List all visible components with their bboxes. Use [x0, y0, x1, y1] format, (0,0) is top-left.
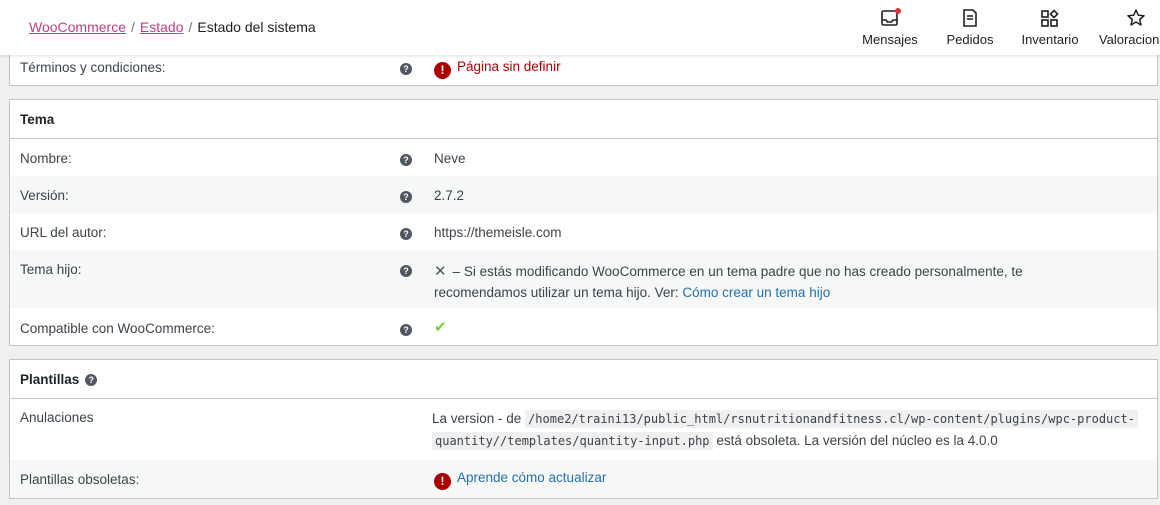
blocks-icon [1041, 9, 1059, 27]
plantillas-table-header: Plantillas ? [10, 360, 1157, 399]
row-value: 2.7.2 [434, 188, 465, 203]
breadcrumb-woocommerce-link[interactable]: WooCommerce [29, 19, 126, 35]
row-value: ✕ – Si estás modificando WooCommerce en u… [434, 261, 1023, 303]
help-icon[interactable]: ? [400, 324, 412, 336]
table-row: Tema hijo: ? ✕ – Si estás modificando Woo… [10, 250, 1157, 308]
row-value: Neve [434, 151, 466, 166]
help-icon[interactable]: ? [400, 154, 412, 166]
row-label: Tema hijo: [20, 262, 82, 277]
tema-table-header: Tema [10, 100, 1157, 139]
tema-table: Tema Nombre: ? Neve Versión: ? 2.7.2 URL… [9, 99, 1158, 346]
breadcrumb-estado-link[interactable]: Estado [140, 19, 184, 35]
row-value: La version - de /home2/traini13/public_h… [432, 408, 1152, 452]
pages-icon [963, 9, 977, 27]
learn-update-link[interactable]: Aprende cómo actualizar [457, 470, 606, 485]
breadcrumb-separator: / [188, 19, 193, 35]
child-theme-link[interactable]: Cómo crear un tema hijo [682, 285, 830, 300]
check-icon: ✔ [434, 319, 447, 336]
activity-pedidos-label: Pedidos [946, 32, 994, 47]
activity-valoraciones-button[interactable]: Valoraciones [1096, 0, 1160, 55]
table-row: Plantillas obsoletas: ! Aprende cómo actu… [10, 460, 1157, 498]
activity-inventario-button[interactable]: Inventario [1016, 0, 1084, 55]
activity-mensajes-label: Mensajes [862, 32, 918, 47]
table-row: Anulaciones La version - de /home2/train… [10, 399, 1157, 460]
plantillas-table: Plantillas ? Anulaciones La version - de… [9, 359, 1158, 499]
override-suffix: está obsoleta. La versión del núcleo es … [716, 433, 998, 448]
row-label: Plantillas obsoletas: [20, 472, 140, 487]
row-value: https://themeisle.com [434, 225, 562, 240]
row-label: Compatible con WooCommerce: [20, 321, 215, 336]
row-value: ! Página sin definir [434, 59, 561, 79]
override-prefix: La version - de [432, 411, 522, 426]
help-icon[interactable]: ? [400, 191, 412, 203]
help-icon[interactable]: ? [400, 63, 412, 75]
plantillas-title-wrap: Plantillas ? [20, 372, 98, 387]
activity-valoraciones-label: Valoraciones [1098, 32, 1160, 47]
row-label: Nombre: [20, 151, 72, 166]
child-theme-text-line1: – Si estás modificando WooCommerce en un… [452, 264, 1023, 279]
row-label: Términos y condiciones: [20, 60, 166, 75]
row-value: ! Aprende cómo actualizar [434, 470, 606, 490]
cross-icon: ✕ [434, 263, 447, 280]
activity-pedidos-button[interactable]: Pedidos [940, 0, 1000, 55]
row-label: URL del autor: [20, 225, 107, 240]
table-row: Versión: ? 2.7.2 [10, 176, 1157, 213]
table-row: URL del autor: ? https://themeisle.com [10, 213, 1157, 250]
woocommerce-header: WooCommerce / Estado / Estado del sistema Me… [0, 0, 1160, 55]
breadcrumb-separator: / [131, 19, 135, 35]
activity-mensajes-button[interactable]: Mensajes [858, 0, 922, 55]
template-path-line1: /home2/traini13/public_html/rsnutritiona… [525, 410, 1138, 428]
table-row: Compatible con WooCommerce: ? ✔ [10, 308, 1157, 346]
activity-inventario-label: Inventario [1021, 32, 1079, 47]
help-icon[interactable]: ? [400, 228, 412, 240]
breadcrumb-current: Estado del sistema [197, 19, 316, 35]
help-icon[interactable]: ? [85, 373, 98, 386]
table-row: Nombre: ? Neve [10, 139, 1157, 176]
error-text: Página sin definir [457, 59, 561, 74]
child-theme-text-line2: recomendamos utilizar un tema hijo. Ver: [434, 285, 679, 300]
plantillas-title: Plantillas [20, 372, 80, 387]
row-label: Anulaciones [20, 410, 94, 425]
tema-title: Tema [20, 112, 55, 127]
notification-dot [895, 8, 901, 14]
error-icon: ! [434, 61, 451, 79]
breadcrumb: WooCommerce / Estado / Estado del sistema [29, 19, 316, 35]
star-icon [1127, 9, 1145, 26]
error-icon: ! [434, 472, 451, 490]
row-label: Versión: [20, 188, 69, 203]
template-path-line2: quantity//templates/quantity-input.php [432, 432, 713, 450]
help-icon[interactable]: ? [400, 265, 412, 277]
